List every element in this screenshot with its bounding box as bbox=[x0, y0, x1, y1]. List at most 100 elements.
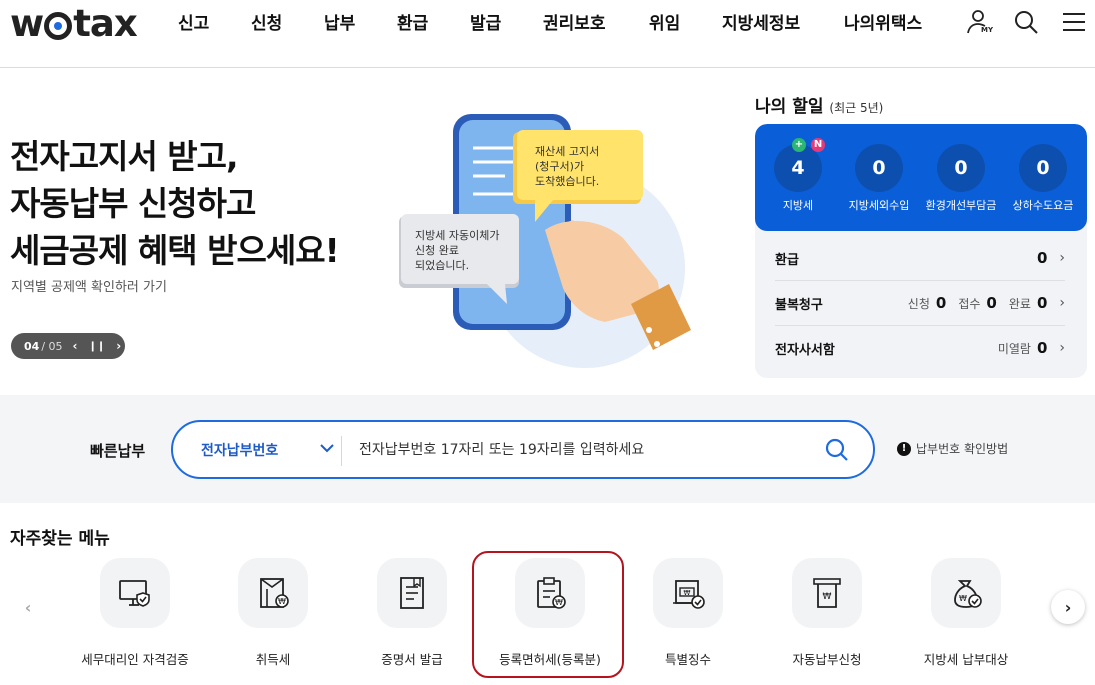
chevron-right-icon: › bbox=[1059, 250, 1065, 266]
top-header: w tax 신고 신청 납부 환급 발급 권리보호 위임 지방세정보 나의위택스 … bbox=[0, 0, 1095, 68]
hero-title-line: 전자고지서 받고, bbox=[10, 137, 239, 176]
appeal-done-count: 0 bbox=[1036, 294, 1048, 312]
todo-row-mailbox[interactable]: 전자사서함 미열람 0 › bbox=[775, 326, 1065, 370]
menu-item-agent-verification[interactable]: 세무대리인 자격검증 bbox=[70, 558, 200, 668]
todo-counter-panel: 4 + N 지방세 0 지방세외수입 0 환경개선부담금 0 상하수도요금 bbox=[755, 124, 1087, 231]
menu-item-label: 특별징수 bbox=[664, 652, 711, 667]
nav-item-report[interactable]: 신고 bbox=[178, 9, 209, 34]
quick-pay-search-box: 전자납부번호 bbox=[171, 420, 875, 479]
menu-item-label: 지방세 납부대상 bbox=[923, 652, 1009, 667]
menu-item-label: 세무대리인 자격검증 bbox=[81, 652, 189, 667]
menu-item-auto-payment[interactable]: ₩ 자동납부신청 bbox=[762, 558, 892, 668]
yellow-bubble-text: 재산세 고지서 (청구서)가 도착했습니다. bbox=[535, 144, 599, 189]
chevron-down-icon[interactable] bbox=[319, 438, 335, 458]
todo-card: 4 + N 지방세 0 지방세외수입 0 환경개선부담금 0 상하수도요금 환급… bbox=[755, 124, 1087, 378]
quick-pay-section: 빠른납부 전자납부번호 ! 납부번호 확인방법 bbox=[0, 395, 1095, 503]
todo-title-text: 나의 할일 bbox=[755, 97, 824, 117]
prev-banner-button[interactable]: ‹ bbox=[73, 339, 78, 353]
counter-label: 지방세 bbox=[782, 199, 814, 212]
quick-pay-label: 빠른납부 bbox=[90, 442, 146, 460]
payment-number-help-link[interactable]: ! 납부번호 확인방법 bbox=[897, 440, 1008, 457]
search-icon[interactable] bbox=[823, 436, 851, 464]
pause-button[interactable]: ❙❙ bbox=[88, 341, 105, 352]
hero-subtitle-link[interactable]: 지역별 공제액 확인하러 가기 bbox=[11, 276, 167, 295]
mailbox-unread-label: 미열람 bbox=[997, 341, 1031, 356]
chevron-right-icon: › bbox=[1059, 295, 1065, 311]
nav-item-refund[interactable]: 환급 bbox=[397, 9, 428, 34]
todo-row-appeal[interactable]: 불복청구 신청 0 접수 0 완료 0 › bbox=[775, 281, 1065, 325]
appeal-done-label: 완료 bbox=[1008, 296, 1031, 311]
box-check-icon: ₩ bbox=[653, 558, 723, 628]
gray-bubble-line: 지방세 자동이체가 bbox=[415, 229, 500, 242]
mailbox-label: 전자사서함 bbox=[775, 342, 835, 358]
hero-title: 전자고지서 받고, 자동납부 신청하고 세금공제 혜택 받으세요! bbox=[10, 133, 340, 274]
gray-bubble-text: 지방세 자동이체가 신청 완료 되었습니다. bbox=[415, 228, 499, 273]
todo-row-refund[interactable]: 환급 0 › bbox=[775, 236, 1065, 280]
money-bag-check-icon: ₩ bbox=[931, 558, 1001, 628]
divider bbox=[341, 436, 342, 466]
info-icon: ! bbox=[897, 441, 911, 456]
hero-illustration: 재산세 고지서 (청구서)가 도착했습니다. 지방세 자동이체가 신청 완료 되… bbox=[395, 108, 705, 378]
menu-item-label: 증명서 발급 bbox=[381, 652, 443, 667]
menu-item-special-collection[interactable]: ₩ 특별징수 bbox=[623, 558, 753, 668]
menu-item-local-tax-payment-target[interactable]: ₩ 지방세 납부대상 bbox=[901, 558, 1031, 668]
appeal-label: 불복청구 bbox=[775, 297, 823, 313]
new-badge: N bbox=[811, 138, 825, 152]
yellow-bubble-line: (청구서)가 bbox=[535, 160, 585, 173]
nav-item-issue[interactable]: 발급 bbox=[470, 9, 501, 34]
nav-item-apply[interactable]: 신청 bbox=[251, 9, 282, 34]
hero-title-line: 세금공제 혜택 받으세요! bbox=[10, 231, 340, 270]
todo-period: (최근 5년) bbox=[829, 101, 884, 115]
counter-label: 상하수도요금 bbox=[1012, 199, 1074, 212]
carousel-next-button[interactable]: › bbox=[1051, 590, 1085, 624]
menu-item-label: 자동납부신청 bbox=[792, 652, 862, 667]
my-badge-label: MY bbox=[981, 26, 994, 34]
counter-water-fee[interactable]: 0 bbox=[1019, 144, 1067, 192]
payment-number-input[interactable] bbox=[359, 435, 799, 465]
svg-text:₩: ₩ bbox=[278, 597, 286, 606]
menu-icon[interactable] bbox=[1060, 8, 1088, 36]
chevron-right-icon: › bbox=[1059, 340, 1065, 356]
payment-type-select[interactable]: 전자납부번호 bbox=[201, 440, 278, 460]
nav-item-rights[interactable]: 권리보호 bbox=[543, 9, 606, 34]
building-won-icon: ₩ bbox=[238, 558, 308, 628]
next-banner-button[interactable]: › bbox=[116, 339, 121, 353]
receipt-icon: ₩ bbox=[792, 558, 862, 628]
menu-item-acquisition-tax[interactable]: ₩ 취득세 bbox=[208, 558, 338, 668]
refund-label: 환급 bbox=[775, 252, 799, 268]
nav-item-payment[interactable]: 납부 bbox=[324, 9, 355, 34]
appeal-applied-count: 0 bbox=[935, 294, 947, 312]
pager-total: / 05 bbox=[41, 339, 63, 353]
appeal-received-count: 0 bbox=[986, 294, 997, 312]
svg-text:₩: ₩ bbox=[823, 592, 832, 602]
todo-title: 나의 할일 (최근 5년) bbox=[755, 92, 883, 117]
counter-non-tax-revenue[interactable]: 0 bbox=[855, 144, 903, 192]
svg-text:₩: ₩ bbox=[684, 589, 691, 597]
wetax-logo[interactable]: w tax bbox=[10, 2, 138, 45]
yellow-bubble-line: 도착했습니다. bbox=[535, 175, 600, 188]
nav-item-local-tax-info[interactable]: 지방세정보 bbox=[722, 9, 800, 34]
document-icon bbox=[377, 558, 447, 628]
frequent-menu-title: 자주찾는 메뉴 bbox=[10, 529, 110, 549]
counter-label: 환경개선부담금 bbox=[925, 199, 997, 212]
selection-highlight bbox=[472, 551, 624, 678]
monitor-shield-icon bbox=[100, 558, 170, 628]
gray-bubble-line: 신청 완료 bbox=[415, 244, 459, 257]
search-icon[interactable] bbox=[1012, 8, 1040, 36]
nav-item-delegation[interactable]: 위임 bbox=[649, 9, 680, 34]
counter-label: 지방세외수입 bbox=[848, 199, 910, 212]
nav-item-my-wetax[interactable]: 나의위택스 bbox=[844, 9, 922, 34]
help-label: 납부번호 확인방법 bbox=[916, 442, 1009, 456]
mailbox-unread-count: 0 bbox=[1036, 339, 1048, 357]
plus-badge: + bbox=[792, 138, 806, 152]
carousel-prev-button[interactable]: ‹ bbox=[11, 590, 45, 624]
refund-count: 0 bbox=[1036, 249, 1048, 267]
menu-item-certificate-issue[interactable]: 증명서 발급 bbox=[347, 558, 477, 668]
my-page-icon[interactable]: MY bbox=[965, 8, 993, 36]
counter-environment-charge[interactable]: 0 bbox=[937, 144, 985, 192]
appeal-applied-label: 신청 bbox=[907, 296, 930, 311]
gray-bubble-line: 되었습니다. bbox=[415, 259, 470, 272]
pager-current: 04 bbox=[24, 339, 40, 353]
banner-pager: 04 / 05 ‹ ❙❙ › bbox=[11, 333, 125, 359]
svg-text:₩: ₩ bbox=[959, 594, 967, 603]
